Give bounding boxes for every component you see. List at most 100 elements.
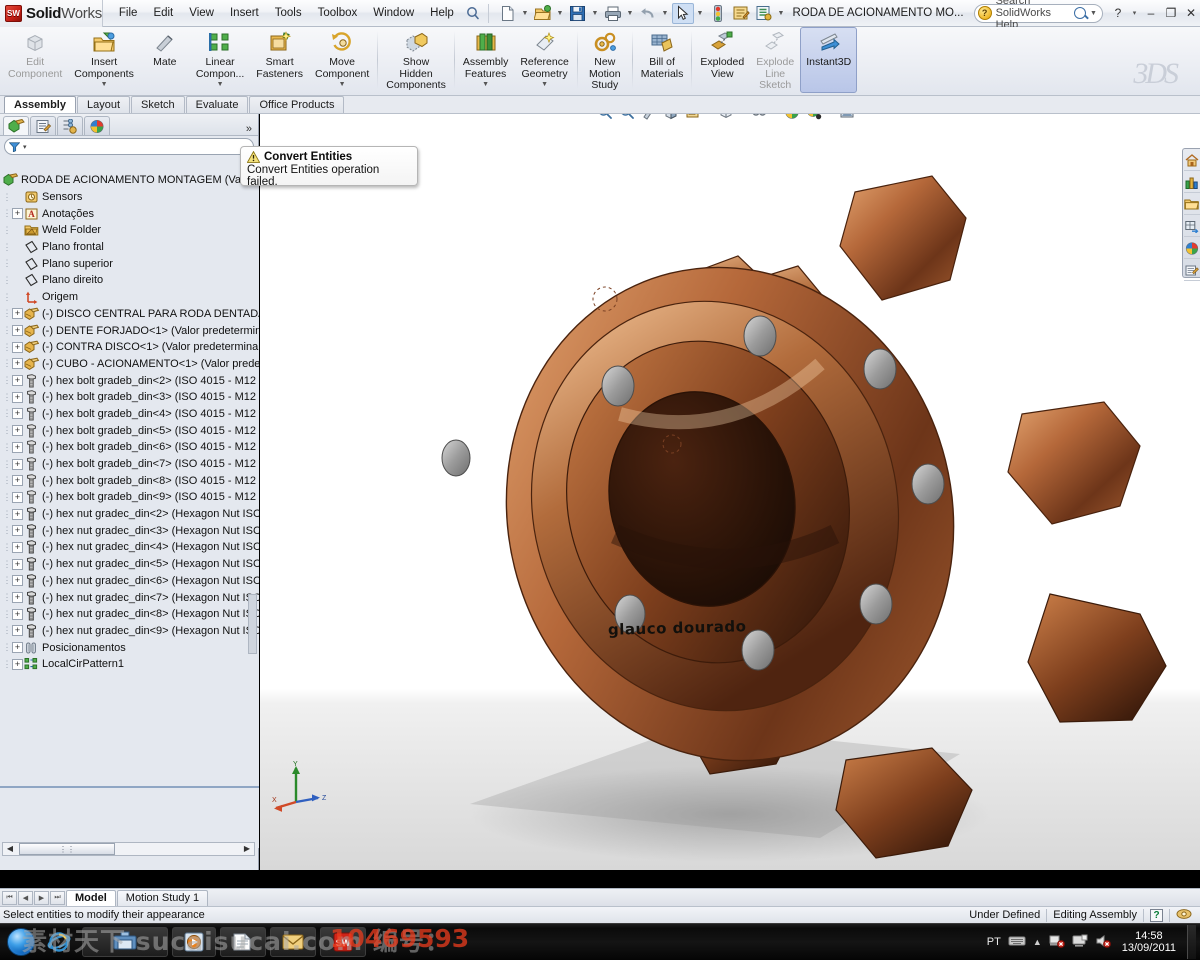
show-desktop-button[interactable] bbox=[1187, 925, 1196, 959]
tray-language-indicator[interactable]: PT bbox=[987, 936, 1001, 948]
tree-rows-container[interactable]: ⋮ Sensors ⋮ + A Anotações ⋮ Weld Folder ⋮ Plano f… bbox=[0, 189, 260, 673]
taskbar-clock[interactable]: 14:58 13/09/2011 bbox=[1118, 930, 1180, 954]
rebuild-icon[interactable] bbox=[707, 3, 729, 24]
ribbon-edit-component[interactable]: Edit Component bbox=[2, 27, 68, 93]
help-caret-icon[interactable]: ▾ bbox=[1129, 3, 1140, 24]
ribbon-instant3d[interactable]: Instant3D bbox=[800, 27, 858, 93]
open-document-caret-icon[interactable]: ▼ bbox=[555, 3, 566, 24]
ribbon-smart-fasteners[interactable]: Smart Fasteners bbox=[250, 27, 309, 93]
network-icon[interactable] bbox=[1049, 934, 1065, 951]
tree-expander-icon[interactable]: + bbox=[12, 608, 23, 620]
tree-item[interactable]: ⋮ + (-) hex nut gradec_din<7> (Hexagon Nut… bbox=[0, 589, 259, 606]
feature-manager-tab-strip[interactable]: » bbox=[0, 114, 258, 136]
tree-item[interactable]: ⋮ Weld Folder bbox=[0, 222, 259, 239]
tree-expander-icon[interactable]: + bbox=[12, 425, 23, 437]
appearances-scenes-icon[interactable] bbox=[1183, 238, 1200, 259]
taskbar-item-solidworks[interactable]: SW bbox=[320, 927, 366, 957]
ribbon-dropdown-caret-icon[interactable]: ▼ bbox=[482, 81, 489, 88]
tree-expander-icon[interactable]: + bbox=[12, 441, 23, 453]
ribbon-reference-geometry[interactable]: Reference Geometry ▼ bbox=[514, 27, 574, 93]
file-explorer-icon[interactable] bbox=[1183, 194, 1200, 215]
task-pane-strip[interactable] bbox=[1182, 148, 1200, 281]
tree-item[interactable]: ⋮ + (-) hex bolt gradeb_din<7> (ISO 4015 -… bbox=[0, 456, 259, 473]
tree-horizontal-scrollbar[interactable]: ◀ ⋮⋮ ▶ bbox=[2, 842, 255, 856]
custom-properties-icon[interactable] bbox=[1183, 260, 1200, 281]
menu-item-insert[interactable]: Insert bbox=[222, 3, 267, 23]
tree-item[interactable]: ⋮ + (-) hex nut gradec_din<9> (Hexagon Nut… bbox=[0, 623, 259, 640]
select-arrow-icon[interactable] bbox=[671, 2, 694, 24]
ribbon-insert-components[interactable]: Insert Components ▼ bbox=[68, 27, 140, 93]
design-library-icon[interactable] bbox=[1183, 172, 1200, 193]
tree-expander-icon[interactable]: + bbox=[12, 658, 23, 670]
quick-access-toolbar[interactable]: ▼ ▼ ▼ ▼ ▼ ▼ ▼ bbox=[493, 0, 787, 27]
mate-status-icon[interactable] bbox=[1176, 908, 1192, 923]
help-button[interactable]: ? bbox=[1109, 4, 1127, 22]
keyboard-icon[interactable] bbox=[1008, 934, 1026, 950]
file-properties-icon[interactable] bbox=[730, 3, 752, 24]
tab-sketch[interactable]: Sketch bbox=[131, 96, 185, 113]
document-tab-bar[interactable]: ⏮ ◀ ▶ ⏭ Model Motion Study 1 bbox=[0, 888, 1200, 906]
tree-item[interactable]: ⋮ + Posicionamentos bbox=[0, 639, 259, 656]
new-document-icon[interactable] bbox=[497, 3, 519, 24]
menu-item-toolbox[interactable]: Toolbox bbox=[310, 3, 366, 23]
undo-caret-icon[interactable]: ▼ bbox=[660, 3, 671, 24]
tree-item[interactable]: ⋮ + (-) hex bolt gradeb_din<6> (ISO 4015 -… bbox=[0, 439, 259, 456]
configuration-manager-tab[interactable] bbox=[57, 116, 83, 135]
taskbar-item-media[interactable] bbox=[172, 927, 216, 957]
display-manager-tab[interactable] bbox=[84, 116, 110, 135]
ribbon-dropdown-caret-icon[interactable]: ▼ bbox=[541, 81, 548, 88]
tree-item[interactable]: ⋮ + LocalCirPattern1 bbox=[0, 656, 259, 673]
close-button[interactable]: ✕ bbox=[1182, 4, 1200, 22]
command-manager-ribbon[interactable]: EditComponent InsertComponents ▼ Mate bbox=[0, 27, 1200, 96]
menu-bar[interactable]: File Edit View Insert Tools Toolbox Wind… bbox=[101, 0, 484, 27]
search-icon[interactable] bbox=[1074, 7, 1086, 19]
hscroll-left-arrow-icon[interactable]: ◀ bbox=[3, 843, 17, 855]
taskbar-item-mail[interactable] bbox=[270, 927, 316, 957]
tree-root-item[interactable]: RODA DE ACIONAMENTO MONTAGEM (Va bbox=[0, 172, 259, 189]
tab-motion-study-1[interactable]: Motion Study 1 bbox=[116, 889, 209, 906]
tree-expander-icon[interactable]: + bbox=[12, 541, 23, 553]
action-center-icon[interactable] bbox=[1072, 934, 1088, 951]
tree-filter-bar[interactable]: ▾ bbox=[4, 138, 254, 155]
internet-explorer-icon[interactable] bbox=[44, 927, 74, 957]
tree-expander-icon[interactable]: + bbox=[12, 308, 23, 320]
ribbon-dropdown-caret-icon[interactable]: ▼ bbox=[217, 81, 224, 88]
tree-expander-icon[interactable]: + bbox=[12, 358, 23, 370]
taskbar-item-document[interactable] bbox=[220, 927, 266, 957]
feature-tree[interactable]: RODA DE ACIONAMENTO MONTAGEM (Va ⋮ Sensor… bbox=[0, 172, 259, 848]
tree-item[interactable]: ⋮ + (-) hex bolt gradeb_din<4> (ISO 4015 -… bbox=[0, 406, 259, 423]
tree-expander-icon[interactable]: + bbox=[12, 525, 23, 537]
command-manager-tabs[interactable]: Assembly Layout Sketch Evaluate Office P… bbox=[0, 96, 1200, 114]
menu-item-window[interactable]: Window bbox=[365, 3, 422, 23]
view-palette-icon[interactable] bbox=[1183, 216, 1200, 237]
tree-expander-icon[interactable]: + bbox=[12, 325, 23, 337]
tree-expander-icon[interactable]: + bbox=[12, 491, 23, 503]
menu-item-help[interactable]: Help bbox=[422, 3, 462, 23]
tree-item[interactable]: ⋮ Sensors bbox=[0, 189, 259, 206]
tab-office-products[interactable]: Office Products bbox=[249, 96, 345, 113]
status-help-icon[interactable]: ? bbox=[1150, 908, 1163, 922]
windows-taskbar[interactable]: SW PT ▲ 14:58 13/09/2011 bbox=[0, 923, 1200, 960]
ribbon-new-motion-study[interactable]: New Motion Study bbox=[580, 27, 630, 93]
volume-mute-icon[interactable] bbox=[1095, 934, 1111, 951]
tree-item[interactable]: ⋮ + (-) hex bolt gradeb_din<3> (ISO 4015 -… bbox=[0, 389, 259, 406]
select-arrow-caret-icon[interactable]: ▼ bbox=[695, 3, 706, 24]
system-tray[interactable]: PT ▲ 14:58 13/09/2011 bbox=[987, 925, 1200, 959]
nav-next-button[interactable]: ▶ bbox=[34, 890, 49, 905]
tree-item[interactable]: ⋮ + (-) hex nut gradec_din<4> (Hexagon Nut… bbox=[0, 539, 259, 556]
ribbon-dropdown-caret-icon[interactable]: ▼ bbox=[101, 81, 108, 88]
quick-launch-area[interactable] bbox=[44, 927, 74, 957]
filter-caret-icon[interactable]: ▾ bbox=[23, 143, 27, 151]
assembly-model-3d[interactable] bbox=[260, 114, 1200, 870]
print-icon[interactable] bbox=[602, 3, 624, 24]
ribbon-explode-line-sketch[interactable]: Explode Line Sketch bbox=[750, 27, 800, 93]
tree-expander-icon[interactable]: + bbox=[12, 408, 23, 420]
ribbon-exploded-view[interactable]: Exploded View bbox=[694, 27, 750, 93]
undo-icon[interactable] bbox=[637, 3, 659, 24]
nav-first-button[interactable]: ⏮ bbox=[2, 890, 17, 905]
menu-item-tools[interactable]: Tools bbox=[267, 3, 310, 23]
tree-item[interactable]: ⋮ + (-) hex nut gradec_din<6> (Hexagon Nut… bbox=[0, 573, 259, 590]
tree-expander-icon[interactable]: + bbox=[12, 391, 23, 403]
ribbon-linear-component-pattern[interactable]: Linear Compon... ▼ bbox=[190, 27, 250, 93]
tree-expander-icon[interactable]: + bbox=[12, 575, 23, 587]
